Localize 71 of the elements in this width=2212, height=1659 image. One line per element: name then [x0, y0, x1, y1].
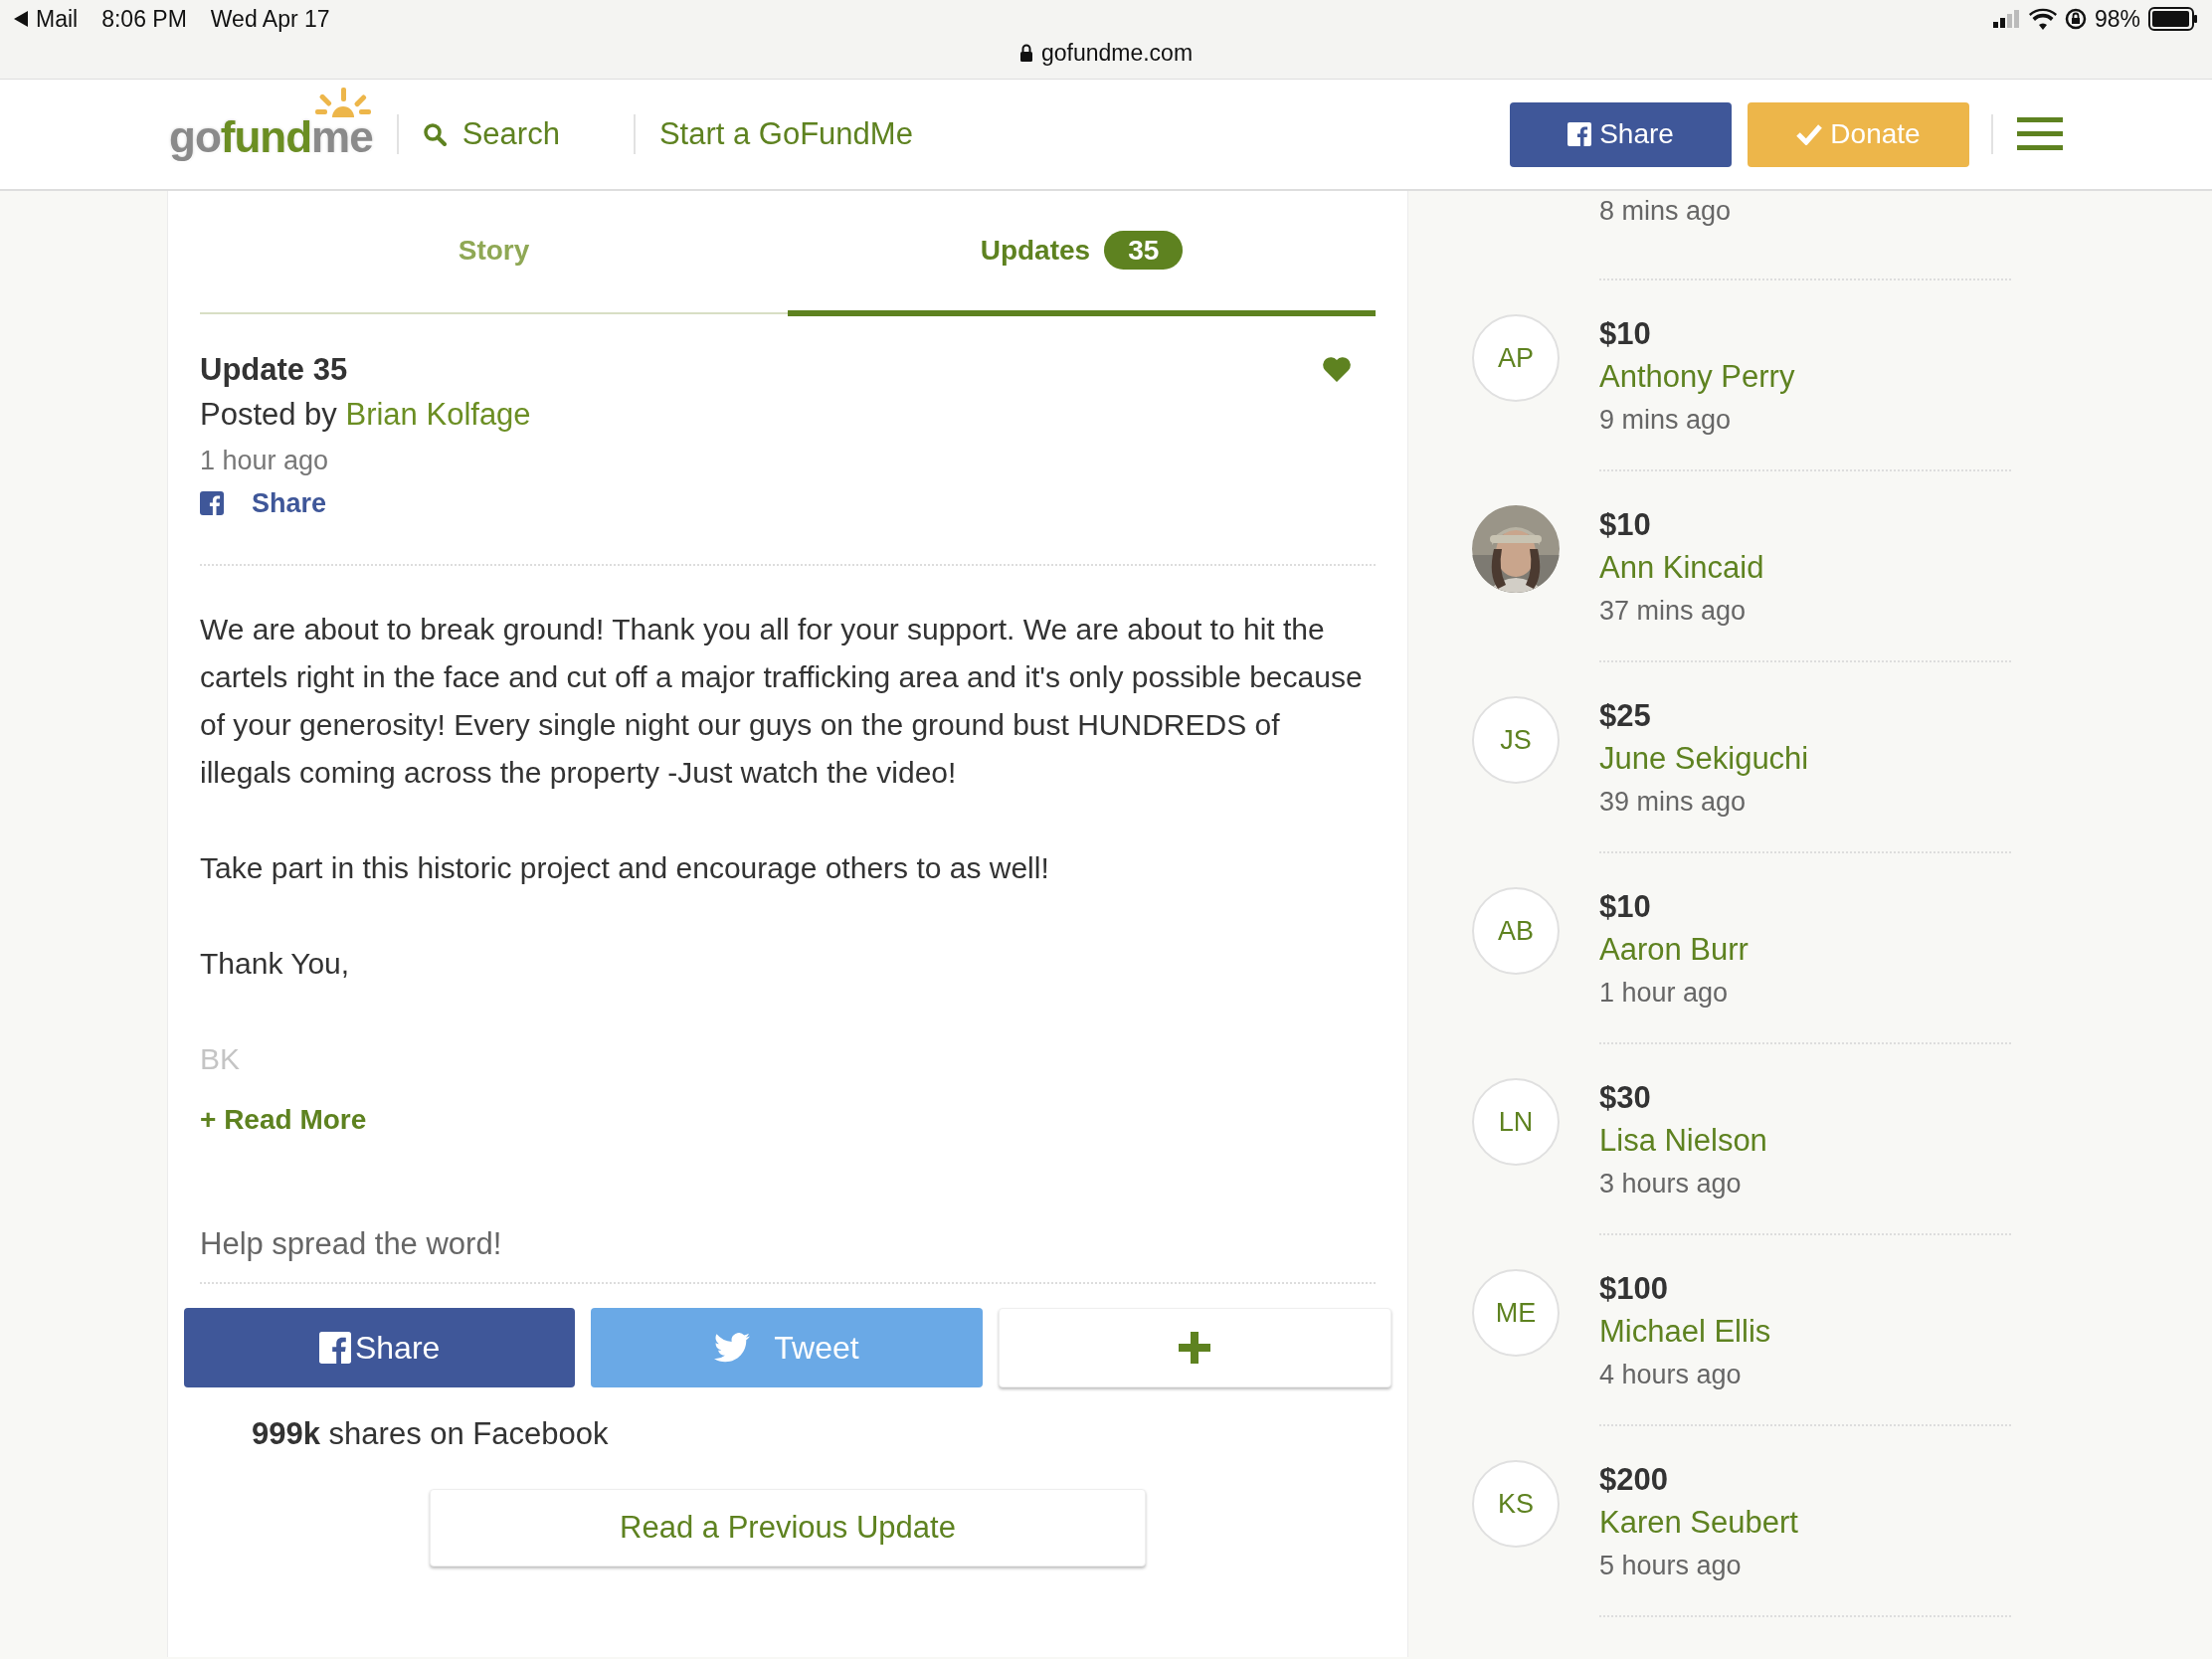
- facebook-share-button[interactable]: Share: [184, 1307, 576, 1387]
- donation-time: 37 mins ago: [1599, 595, 1748, 628]
- donor-initials-avatar: LN: [1472, 1078, 1560, 1166]
- signal-icon: [1992, 10, 2021, 28]
- back-to-app-link[interactable]: Mail: [36, 1, 79, 37]
- update-paragraph: Thank You,: [200, 945, 351, 982]
- donation-amount: $25: [1599, 697, 1652, 735]
- donation-amount: $200: [1599, 1461, 1669, 1499]
- donor-name-link[interactable]: Anthony Perry: [1599, 354, 2011, 400]
- donation-amount: $30: [1599, 1079, 1652, 1117]
- post-time: 1 hour ago: [200, 445, 330, 477]
- share-button[interactable]: Share: [1510, 101, 1732, 167]
- author-link[interactable]: Brian Kolfage: [345, 397, 531, 432]
- update-title: Update 35: [200, 351, 349, 389]
- donation-time: 39 mins ago: [1599, 786, 1748, 819]
- status-time: 8:06 PM: [101, 4, 187, 34]
- plus-icon: [1179, 1331, 1211, 1364]
- donation-amount: $10: [1599, 315, 1652, 353]
- battery-percentage: 98%: [2094, 4, 2140, 34]
- donor-initials-avatar: JS: [1472, 696, 1560, 784]
- sun-icon: [314, 88, 371, 117]
- facebook-icon: [318, 1331, 351, 1364]
- tab[interactable]: Story: [200, 191, 788, 316]
- donation-time: 9 mins ago: [1599, 404, 1733, 437]
- donation-time: 5 hours ago: [1599, 1550, 1743, 1582]
- donor-initials-avatar: AB: [1472, 887, 1560, 975]
- count-badge: 35: [1104, 231, 1184, 270]
- donor-initials-avatar: KS: [1472, 1460, 1560, 1548]
- donor-name-link[interactable]: Ann Kincaid: [1599, 545, 2011, 591]
- share-prompt: Help spread the word!: [200, 1224, 503, 1263]
- wifi-icon: [2028, 8, 2057, 30]
- donor-name-link[interactable]: Aaron Burr: [1599, 927, 2011, 973]
- donation-time: 4 hours ago: [1599, 1359, 1743, 1391]
- donation-amount: $100: [1599, 1270, 1669, 1308]
- donor-name-link[interactable]: Lisa Nielson: [1599, 1118, 2011, 1164]
- donation-amount: $10: [1599, 888, 1652, 926]
- previous-update-button[interactable]: Read a Previous Update: [430, 1489, 1146, 1567]
- donor-name-link[interactable]: June Sekiguchi: [1599, 736, 2011, 782]
- start-campaign-link[interactable]: Start a GoFundMe: [658, 110, 913, 158]
- tweet-button[interactable]: Tweet: [591, 1307, 983, 1387]
- donation-time: 8 mins ago: [1599, 195, 1733, 228]
- facebook-share-count: 999k shares on Facebook: [252, 1414, 610, 1453]
- donor-initials-avatar: AP: [1472, 314, 1560, 402]
- facebook-icon: [1567, 122, 1592, 146]
- donor-name-link[interactable]: Karen Seubert: [1599, 1500, 2011, 1546]
- search-icon: [422, 122, 447, 146]
- facebook-icon: [200, 491, 224, 516]
- status-date: Wed Apr 17: [210, 4, 330, 34]
- read-more-link[interactable]: + Read More: [200, 1098, 367, 1141]
- tab[interactable]: Updates 35: [788, 191, 1376, 316]
- update-paragraph: We are about to break ground! Thank you all for your support. We are about to hit the cartels right in the face and cut off a major trafficking area and it's only possible because of your generosity! Every single night our guys on the ground bust HUNDREDS of illegals coming across the property -Just watch the video!: [200, 611, 1364, 791]
- donor-name-link[interactable]: Michael Ellis: [1599, 1309, 2011, 1355]
- bird-icon: [714, 1332, 751, 1363]
- donor-initials-avatar: ME: [1472, 1269, 1560, 1357]
- signature: BK: [200, 1040, 242, 1077]
- posted-by-line: Posted by Brian Kolfage: [200, 396, 531, 434]
- menu-icon[interactable]: [2017, 117, 2063, 151]
- checkmark-icon: [1796, 123, 1823, 145]
- rotation-lock-icon: [2064, 8, 2087, 30]
- lock-icon: [1018, 44, 1033, 63]
- donation-time: 3 hours ago: [1599, 1168, 1743, 1200]
- back-arrow-icon[interactable]: [14, 11, 28, 27]
- heart-icon[interactable]: [1322, 356, 1352, 382]
- share-link[interactable]: Share: [252, 483, 327, 524]
- donation-time: 1 hour ago: [1599, 977, 1730, 1010]
- battery-icon: [2148, 7, 2198, 31]
- update-paragraph: Take part in this historic project and encourage others to as well!: [200, 849, 1050, 886]
- url-text: gofundme.com: [1040, 39, 1194, 68]
- logo[interactable]: gofundme: [169, 86, 373, 159]
- donation-amount: $10: [1599, 506, 1652, 544]
- search-link[interactable]: Search: [422, 110, 560, 158]
